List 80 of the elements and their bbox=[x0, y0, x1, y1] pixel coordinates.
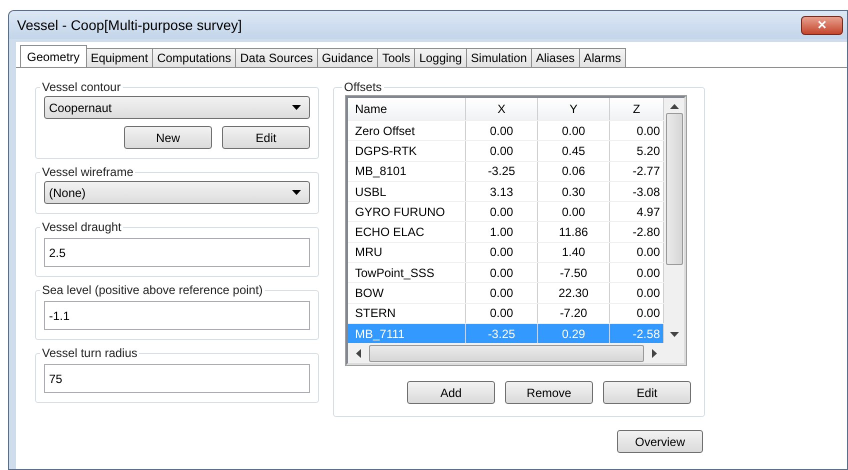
down-arrow-icon[interactable] bbox=[670, 332, 678, 337]
tab[interactable]: Equipment bbox=[86, 48, 154, 67]
group-button[interactable]: Edit bbox=[222, 126, 310, 149]
table-row[interactable]: MRU 0.00 1.40 0.00 bbox=[348, 242, 664, 264]
table-cell: MRU bbox=[348, 242, 466, 262]
tab[interactable]: Tools bbox=[377, 48, 416, 67]
table-cell: USBL bbox=[348, 182, 466, 202]
table-cell: -3.25 bbox=[466, 162, 538, 181]
input-field[interactable]: -1.1 bbox=[44, 301, 310, 330]
table-row[interactable]: TowPoint_SSS 0.00 -7.50 0.00 bbox=[348, 263, 664, 284]
table-cell: TowPoint_SSS bbox=[348, 263, 466, 282]
table-row[interactable]: DGPS-RTK 0.00 0.45 5.20 bbox=[348, 141, 664, 162]
offset-button[interactable]: Edit bbox=[603, 381, 691, 404]
up-arrow-icon[interactable] bbox=[670, 104, 678, 109]
group-title: Vessel contour bbox=[41, 80, 122, 94]
table-cell: BOW bbox=[348, 283, 466, 303]
table-cell: 0.00 bbox=[466, 283, 538, 303]
table-cell: ECHO ELAC bbox=[348, 222, 466, 242]
table-cell: 0.00 bbox=[466, 263, 538, 282]
vertical-scrollbar[interactable] bbox=[664, 98, 684, 343]
dropdown[interactable]: Coopernaut bbox=[44, 96, 310, 119]
table-row[interactable]: MB_8101 -3.25 0.06 -2.77 bbox=[348, 162, 664, 182]
tab[interactable]: Computations bbox=[152, 48, 236, 67]
tab[interactable]: Aliases bbox=[530, 48, 580, 67]
table-cell: MB_8101 bbox=[348, 162, 466, 181]
table-cell: DGPS-RTK bbox=[348, 141, 466, 161]
right-arrow-icon[interactable] bbox=[652, 348, 657, 358]
dropdown[interactable]: (None) bbox=[44, 181, 310, 204]
table-row[interactable]: USBL 3.13 0.30 -3.08 bbox=[348, 182, 664, 202]
group-title: Offsets bbox=[343, 80, 383, 94]
group-title: Vessel turn radius bbox=[41, 346, 138, 360]
table-cell: -7.50 bbox=[538, 263, 610, 282]
tab[interactable]: Alarms bbox=[578, 48, 626, 67]
table-cell: GYRO FURUNO bbox=[348, 202, 466, 222]
overview-button[interactable]: Overview bbox=[617, 430, 703, 453]
group-title: Sea level (positive above reference point) bbox=[41, 283, 264, 297]
table-row[interactable]: BOW 0.00 22.30 0.00 bbox=[348, 283, 664, 304]
table-cell: 0.00 bbox=[466, 242, 538, 262]
caret-icon bbox=[292, 105, 301, 110]
column-header[interactable]: Y bbox=[538, 98, 610, 120]
table-cell: 3.13 bbox=[466, 182, 538, 202]
tab[interactable]: Simulation bbox=[466, 48, 532, 67]
table-row[interactable]: Zero Offset 0.00 0.00 0.00 bbox=[348, 121, 664, 142]
table-cell: -7.20 bbox=[538, 304, 610, 323]
offset-button[interactable]: Add bbox=[407, 381, 495, 404]
tab[interactable]: Logging bbox=[414, 48, 467, 67]
tab[interactable]: Guidance bbox=[316, 48, 378, 67]
table-row[interactable]: ECHO ELAC 1.00 11.86 -2.80 bbox=[348, 222, 664, 243]
input-field[interactable]: 75 bbox=[44, 364, 310, 393]
table-cell: 0.00 bbox=[466, 121, 538, 140]
table-cell: 0.00 bbox=[538, 121, 610, 140]
horizontal-scrollbar[interactable] bbox=[348, 343, 684, 363]
table-cell: STERN bbox=[348, 304, 466, 323]
table-cell: 22.30 bbox=[538, 283, 610, 303]
table-cell: 1.40 bbox=[538, 242, 610, 262]
group-title: Vessel wireframe bbox=[41, 165, 134, 179]
table-cell: 0.00 bbox=[466, 141, 538, 161]
caret-icon bbox=[292, 190, 301, 195]
table-cell: 0.00 bbox=[466, 304, 538, 323]
table-cell: 0.45 bbox=[538, 141, 610, 161]
table-cell: 0.30 bbox=[538, 182, 610, 202]
left-arrow-icon[interactable] bbox=[356, 348, 361, 358]
tab[interactable]: Geometry bbox=[20, 45, 87, 67]
group-title: Vessel draught bbox=[41, 220, 122, 234]
table-row[interactable]: GYRO FURUNO 0.00 0.00 4.97 bbox=[348, 202, 664, 222]
dropdown-value: Coopernaut bbox=[49, 100, 112, 114]
group-button[interactable]: New bbox=[124, 126, 212, 149]
window-title: Vessel - Coop[Multi-purpose survey] bbox=[17, 17, 242, 33]
table-cell: 0.00 bbox=[466, 202, 538, 222]
column-header[interactable]: X bbox=[466, 98, 538, 120]
column-header[interactable]: Name bbox=[348, 98, 466, 120]
dropdown-value: (None) bbox=[49, 186, 86, 200]
table-cell: 0.00 bbox=[538, 202, 610, 222]
table-cell: Zero Offset bbox=[348, 121, 466, 140]
table-cell: 0.06 bbox=[538, 162, 610, 181]
tab[interactable]: Data Sources bbox=[235, 48, 318, 67]
input-field[interactable]: 2.5 bbox=[44, 238, 310, 267]
table-cell: 1.00 bbox=[466, 222, 538, 242]
table-cell: 11.86 bbox=[538, 222, 610, 242]
offset-button[interactable]: Remove bbox=[505, 381, 593, 404]
